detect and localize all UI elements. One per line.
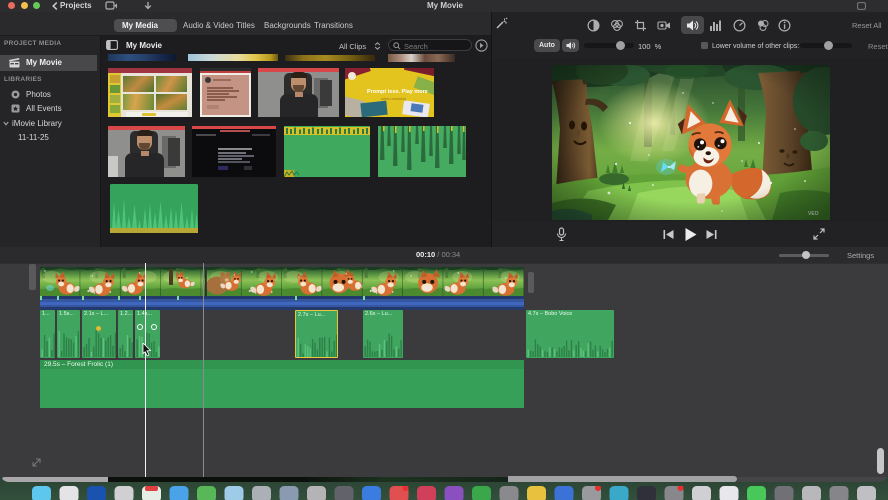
svg-text:VEO: VEO xyxy=(808,211,819,217)
